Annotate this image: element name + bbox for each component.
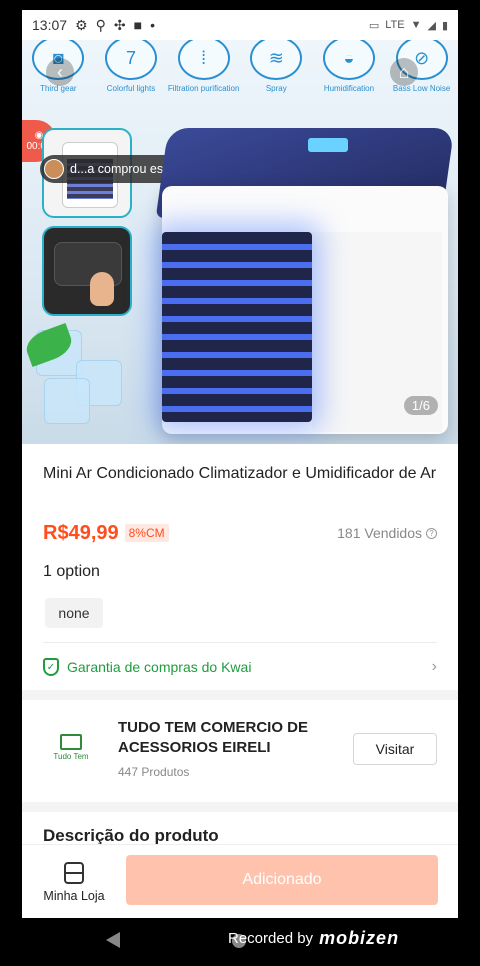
dot-icon: • bbox=[150, 17, 155, 33]
cart-icon[interactable]: ⌂ bbox=[390, 58, 418, 86]
added-button[interactable]: Adicionado bbox=[126, 855, 438, 905]
feature-colorful-lights: 7 Colorful lights bbox=[95, 40, 167, 102]
help-icon[interactable]: ? bbox=[426, 527, 437, 539]
description-title: Descrição do produto bbox=[43, 826, 219, 845]
thumbnail-2[interactable] bbox=[42, 226, 132, 316]
store-cart-icon bbox=[60, 733, 82, 750]
my-shop-button[interactable]: Minha Loja bbox=[38, 857, 110, 907]
network-label: LTE bbox=[385, 19, 405, 31]
wifi-icon: ▼ bbox=[410, 19, 422, 31]
store-product-count: 447 Produtos bbox=[118, 765, 190, 779]
commission-badge: 8%CM bbox=[124, 524, 169, 542]
settings-icon: ⚙ bbox=[75, 16, 88, 33]
location-icon: ⚲ bbox=[95, 16, 106, 33]
wind-spray-icon: ≋ bbox=[250, 40, 303, 80]
store-logo-text: Tudo Tem bbox=[53, 751, 89, 761]
my-shop-label: Minha Loja bbox=[43, 888, 105, 903]
shield-check-icon: ✓ bbox=[43, 658, 59, 676]
option-chip-none[interactable]: none bbox=[45, 598, 103, 628]
recorder-brand: mobizen bbox=[319, 928, 400, 948]
status-bar: 13:07 ⚙ ⚲ ✣ ■ • ▭ LTE ▼ ◢ ▮ bbox=[22, 10, 458, 40]
store-logo[interactable]: Tudo Tem bbox=[46, 722, 96, 772]
visit-store-button[interactable]: Visitar bbox=[353, 733, 437, 765]
device-frame: 13:07 ⚙ ⚲ ✣ ■ • ▭ LTE ▼ ◢ ▮ ◙ Third gear… bbox=[0, 0, 480, 966]
product-main-image bbox=[155, 128, 455, 434]
sold-count: 181 Vendidos ? bbox=[337, 525, 437, 541]
filter-icon: ⁞ bbox=[177, 40, 230, 80]
battery-icon: ▮ bbox=[441, 19, 448, 32]
app-icon: ■ bbox=[133, 17, 143, 33]
divider bbox=[43, 642, 437, 643]
guarantee-label: Garantia de compras do Kwai bbox=[67, 659, 252, 675]
back-arrow-icon[interactable]: ‹ bbox=[46, 58, 74, 86]
recorder-watermark: Recorded by mobizen bbox=[228, 928, 399, 949]
app-screen: ◙ Third gear 7 Colorful lights ⁞ Filtrat… bbox=[22, 40, 458, 918]
system-nav-bar: Recorded by mobizen bbox=[0, 918, 480, 966]
thumbnail-hand-image bbox=[90, 272, 114, 306]
recorder-prefix: Recorded by bbox=[228, 930, 314, 947]
store-card: Tudo Tem TUDO TEM COMERCIO DE ACESSORIOS… bbox=[22, 700, 458, 802]
buyer-avatar bbox=[44, 159, 64, 179]
image-counter: 1/6 bbox=[403, 396, 438, 415]
feature-filtration: ⁞ Filtration purification bbox=[168, 40, 240, 102]
section-separator bbox=[22, 802, 458, 812]
product-image-gallery[interactable]: ◙ Third gear 7 Colorful lights ⁞ Filtrat… bbox=[22, 40, 458, 444]
section-separator bbox=[22, 690, 458, 700]
bottom-action-bar: Minha Loja Adicionado bbox=[22, 844, 458, 918]
feature-spray: ≋ Spray bbox=[240, 40, 312, 102]
price-row: R$49,99 8%CM 181 Vendidos ? bbox=[43, 520, 437, 546]
store-name[interactable]: TUDO TEM COMERCIO DE ACESSORIOS EIRELI bbox=[118, 718, 332, 758]
signal-icon: ◢ bbox=[427, 19, 436, 32]
status-time: 13:07 bbox=[32, 17, 68, 33]
water-drop-icon: ◒ bbox=[322, 40, 375, 80]
cast-icon: ▭ bbox=[368, 19, 380, 32]
nav-back-icon[interactable] bbox=[106, 932, 120, 948]
fan-icon: ✣ bbox=[113, 16, 126, 33]
product-price: R$49,99 bbox=[43, 521, 119, 544]
product-title: Mini Ar Condicionado Climatizador e Umid… bbox=[43, 465, 437, 482]
option-title: 1 option bbox=[43, 563, 100, 580]
seven-lights-icon: 7 bbox=[104, 40, 157, 80]
store-icon bbox=[64, 861, 84, 884]
guarantee-row[interactable]: ✓ Garantia de compras do Kwai › bbox=[43, 652, 437, 682]
sold-count-label: 181 Vendidos bbox=[337, 525, 422, 541]
chevron-right-icon: › bbox=[431, 658, 437, 675]
feature-humidification: ◒ Humidification bbox=[313, 40, 385, 102]
